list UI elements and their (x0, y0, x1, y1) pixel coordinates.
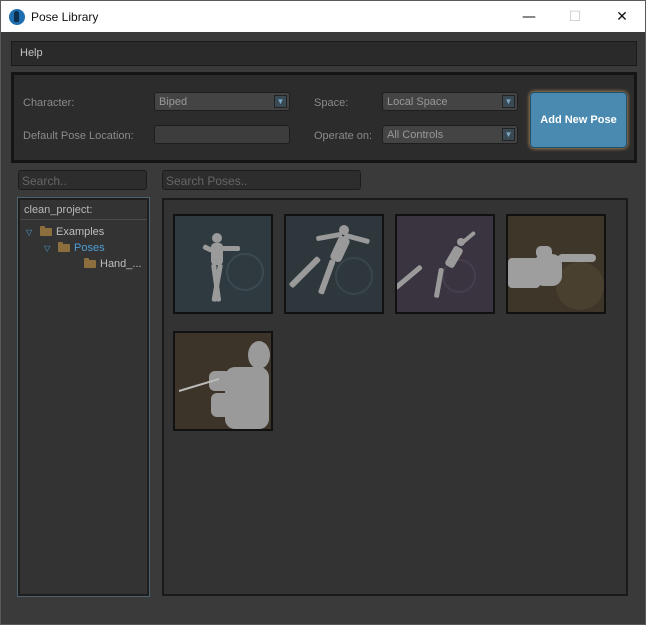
hand-pose-icon (508, 216, 604, 312)
pose-figure-icon (397, 216, 493, 312)
pose-thumbnail[interactable] (173, 331, 273, 431)
tree-item-examples[interactable]: ▽ Examples (26, 224, 104, 240)
operate-on-label: Operate on: (314, 130, 373, 142)
pose-thumbnail[interactable] (173, 214, 273, 314)
pose-library-window: Pose Library — ☐ ✕ Help Character: Biped… (0, 0, 646, 625)
pose-figure-icon (175, 216, 271, 312)
status-bar (1, 604, 645, 624)
tree-item-hand[interactable]: Hand_... (84, 256, 142, 272)
pose-thumbnail[interactable] (506, 214, 606, 314)
tree-item-poses[interactable]: ▽ Poses (44, 240, 105, 256)
pose-grid (162, 198, 628, 596)
space-label: Space: (314, 97, 349, 109)
folder-icon (84, 258, 96, 268)
default-pose-location-field[interactable] (154, 125, 290, 144)
pose-search-input[interactable]: Search Poses.. (162, 170, 361, 190)
tree-item-label: Examples (56, 226, 105, 238)
expand-arrow-icon[interactable]: ▽ (44, 244, 58, 253)
character-value: Biped (159, 96, 188, 108)
pose-figure-icon (175, 333, 271, 429)
tree-root[interactable]: clean_project: (20, 200, 147, 220)
operate-on-value: All Controls (387, 129, 444, 141)
chevron-down-icon: ▼ (274, 95, 287, 108)
operate-on-combo[interactable]: All Controls ▼ (382, 125, 518, 144)
menu-help[interactable]: Help (20, 47, 43, 59)
space-combo[interactable]: Local Space ▼ (382, 92, 518, 111)
expand-arrow-icon[interactable]: ▽ (26, 228, 40, 237)
pose-thumbnail[interactable] (284, 214, 384, 314)
window-title: Pose Library (31, 9, 99, 24)
chevron-down-icon: ▼ (502, 95, 515, 108)
folder-search-input[interactable]: Search.. (18, 170, 147, 190)
app-icon (9, 8, 25, 25)
menu-bar: Help (11, 41, 637, 66)
folder-tree: clean_project: ▽ Examples ▽ Poses Hand_.… (17, 197, 150, 597)
tree-item-label: Hand_... (100, 258, 142, 270)
options-panel: Character: Biped ▼ Space: Local Space ▼ … (11, 72, 637, 163)
add-new-pose-button[interactable]: Add New Pose (530, 92, 627, 148)
folder-icon (58, 242, 70, 252)
title-bar: Pose Library — ☐ ✕ (1, 1, 645, 32)
tree-item-label: Poses (74, 242, 105, 254)
character-label: Character: (23, 97, 75, 109)
pose-figure-icon (286, 216, 382, 312)
space-value: Local Space (387, 96, 448, 108)
chevron-down-icon: ▼ (502, 128, 515, 141)
pose-thumbnail[interactable] (395, 214, 495, 314)
character-combo[interactable]: Biped ▼ (154, 92, 290, 111)
close-button[interactable]: ✕ (599, 1, 645, 32)
maximize-button[interactable]: ☐ (552, 1, 598, 32)
folder-icon (40, 226, 52, 236)
default-pose-location-label: Default Pose Location: (23, 130, 134, 142)
minimize-button[interactable]: — (506, 1, 552, 32)
